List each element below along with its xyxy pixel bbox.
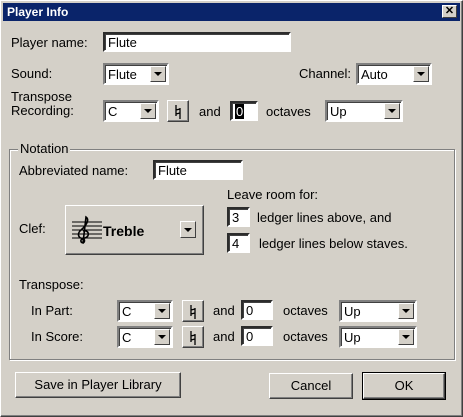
in-part-natural-button[interactable] <box>182 300 204 322</box>
player-name-input[interactable]: Flute <box>103 32 291 52</box>
close-icon[interactable]: ✕ <box>442 5 457 18</box>
transpose-recording-label-line2: Recording: <box>11 103 74 118</box>
abbrev-name-value: Flute <box>158 163 187 178</box>
clef-value: Treble <box>103 223 145 239</box>
ledger-above-label: ledger lines above, and <box>257 210 392 225</box>
natural-sign-icon <box>190 305 196 319</box>
in-score-and-label: and <box>213 329 235 344</box>
natural-sign-icon <box>175 105 181 119</box>
ledger-below-input[interactable]: 4 <box>227 233 250 253</box>
recording-octaves-input[interactable]: 0 <box>230 101 258 121</box>
transpose-label: Transpose: <box>19 277 84 292</box>
save-in-player-library-label: Save in Player Library <box>34 377 162 392</box>
channel-select[interactable]: Auto <box>356 63 432 85</box>
in-part-octaves-label: octaves <box>283 303 328 318</box>
in-score-label: In Score: <box>31 329 84 344</box>
in-score-octaves-label: octaves <box>283 329 328 344</box>
treble-clef-icon <box>72 215 102 244</box>
natural-sign-icon <box>190 331 196 345</box>
in-score-key-value: C <box>122 330 132 345</box>
sound-select[interactable]: Flute <box>103 63 169 85</box>
ledger-above-input[interactable]: 3 <box>227 207 250 227</box>
ledger-below-value: 4 <box>232 236 240 251</box>
recording-direction-value: Up <box>330 104 347 119</box>
sound-label: Sound: <box>11 66 53 81</box>
recording-direction-select[interactable]: Up <box>325 100 403 122</box>
in-part-label: In Part: <box>31 303 73 318</box>
ledger-below-label: ledger lines below staves. <box>259 236 408 251</box>
sound-value: Flute <box>108 67 137 82</box>
in-part-octaves-value: 0 <box>246 303 254 318</box>
clef-label: Clef: <box>19 221 46 236</box>
recording-octaves-value: 0 <box>235 104 245 119</box>
chevron-down-icon[interactable] <box>398 329 414 345</box>
cancel-button[interactable]: Cancel <box>269 373 353 399</box>
in-part-key-select[interactable]: C <box>117 300 173 322</box>
transpose-recording-label: Transpose Recording: <box>11 90 74 118</box>
chevron-down-icon[interactable] <box>398 303 414 319</box>
in-score-direction-select[interactable]: Up <box>339 326 417 348</box>
player-info-dialog: Player Info ✕ Player name: Flute Sound: … <box>0 0 463 417</box>
in-score-octaves-value: 0 <box>246 329 254 344</box>
title-bar: Player Info ✕ <box>3 3 460 21</box>
player-name-label: Player name: <box>11 35 88 50</box>
chevron-down-icon[interactable] <box>413 66 429 82</box>
abbrev-name-input[interactable]: Flute <box>153 160 243 180</box>
in-part-key-value: C <box>122 304 132 319</box>
chevron-down-icon[interactable] <box>180 221 196 238</box>
in-score-direction-value: Up <box>344 330 361 345</box>
in-part-octaves-input[interactable]: 0 <box>241 300 273 320</box>
abbrev-name-label: Abbreviated name: <box>19 163 129 178</box>
notation-group-title: Notation <box>18 141 71 156</box>
chevron-down-icon[interactable] <box>154 303 170 319</box>
recording-key-value: C <box>108 104 118 119</box>
ok-label: OK <box>394 378 414 393</box>
in-score-natural-button[interactable] <box>182 326 204 348</box>
chevron-down-icon[interactable] <box>150 66 166 82</box>
window-title: Player Info <box>7 5 69 19</box>
in-part-direction-select[interactable]: Up <box>339 300 417 322</box>
player-name-value: Flute <box>108 35 137 50</box>
transpose-recording-label-line1: Transpose <box>11 89 72 104</box>
save-in-player-library-button[interactable]: Save in Player Library <box>15 372 181 398</box>
in-part-and-label: and <box>213 303 235 318</box>
recording-and-label: and <box>199 104 221 119</box>
recording-natural-button[interactable] <box>167 100 189 122</box>
cancel-label: Cancel <box>290 378 332 393</box>
ok-button[interactable]: OK <box>362 372 446 400</box>
in-part-direction-value: Up <box>344 304 361 319</box>
in-score-key-select[interactable]: C <box>117 326 173 348</box>
recording-key-select[interactable]: C <box>103 100 159 122</box>
in-score-octaves-input[interactable]: 0 <box>241 326 273 346</box>
channel-value: Auto <box>361 67 388 82</box>
clef-selector[interactable]: Treble <box>65 205 204 255</box>
recording-octaves-label: octaves <box>266 104 311 119</box>
leave-room-label: Leave room for: <box>227 187 319 202</box>
chevron-down-icon[interactable] <box>154 329 170 345</box>
chevron-down-icon[interactable] <box>384 103 400 119</box>
ledger-above-value: 3 <box>232 210 240 225</box>
channel-label: Channel: <box>299 66 352 81</box>
chevron-down-icon[interactable] <box>140 103 156 119</box>
